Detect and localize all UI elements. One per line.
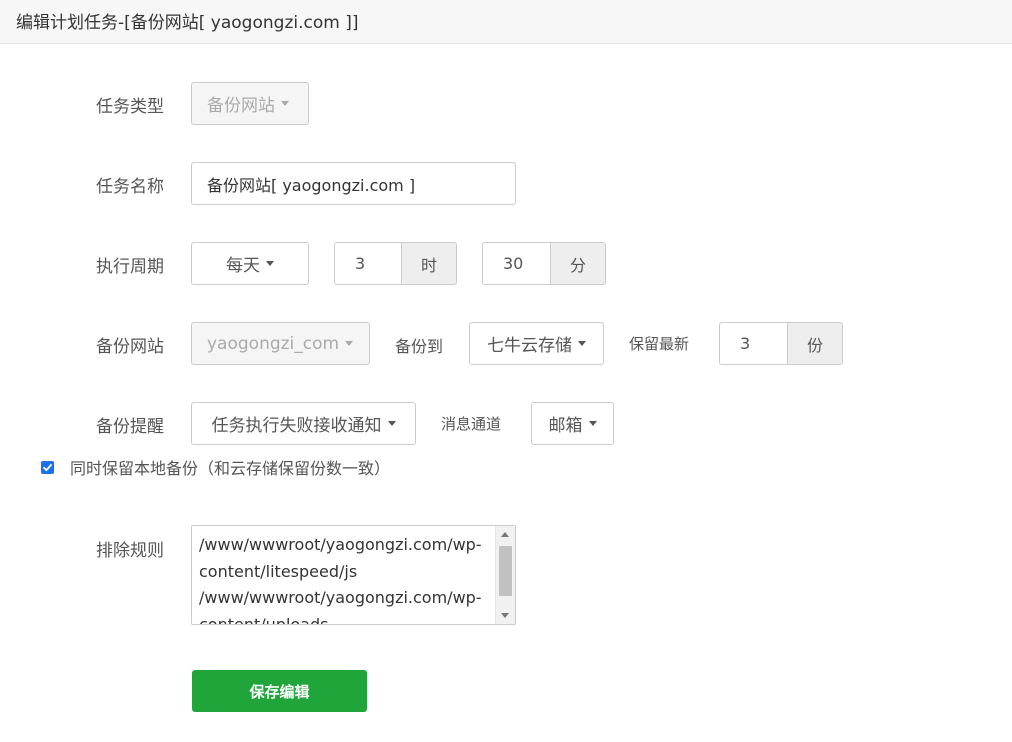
notify-select[interactable]: 任务执行失败接收通知 [191, 402, 416, 445]
backup-target-select[interactable]: 七牛云存储 [469, 322, 604, 365]
chevron-down-icon [266, 261, 274, 266]
exclude-line: content/litespeed/js [199, 561, 358, 581]
chevron-down-icon [387, 421, 396, 426]
scroll-down-icon[interactable] [501, 613, 509, 618]
dialog-title: 编辑计划任务-[备份网站[ yaogongzi.com ]] [16, 13, 359, 33]
backup-target-value: 七牛云存储 [487, 336, 572, 356]
chevron-down-icon [345, 341, 354, 346]
exclude-line: content/uploads [199, 614, 329, 625]
task-type-select[interactable]: 备份网站 [191, 82, 309, 125]
hour-input-group: 3 时 [334, 242, 457, 285]
exclude-textarea[interactable]: /www/wwwroot/yaogongzi.com/wp- content/l… [191, 525, 516, 625]
dialog-header: 编辑计划任务-[备份网站[ yaogongzi.com ]] [0, 0, 1012, 44]
keep-local-row: 同时保留本地备份（和云存储保留份数一致） [41, 455, 390, 479]
task-type-value: 备份网站 [207, 96, 275, 116]
exclude-line: /www/wwwroot/yaogongzi.com/wp- [199, 535, 482, 554]
cycle-label: 执行周期 [96, 257, 164, 277]
keep-latest-label: 保留最新 [629, 335, 690, 353]
keep-local-checkbox[interactable] [41, 460, 54, 474]
exclude-label: 排除规则 [96, 541, 164, 561]
minute-input-group: 30 分 [482, 242, 606, 285]
cycle-period-select[interactable]: 每天 [191, 242, 309, 285]
scroll-up-icon[interactable] [501, 532, 509, 537]
task-name-input[interactable]: 备份网站[ yaogongzi.com ] [191, 162, 516, 205]
cycle-period-value: 每天 [226, 256, 260, 276]
scroll-thumb[interactable] [499, 546, 512, 596]
backup-target-label: 备份到 [395, 337, 444, 356]
keep-count-value: 3 [740, 334, 751, 353]
keep-count-input[interactable]: 3 [719, 322, 788, 365]
minute-value: 30 [503, 254, 524, 273]
channel-value: 邮箱 [548, 416, 583, 436]
task-name-value: 备份网站[ yaogongzi.com ] [207, 175, 416, 195]
minute-input[interactable]: 30 [482, 242, 551, 285]
hour-unit: 时 [402, 242, 457, 285]
keep-count-unit: 份 [788, 322, 843, 365]
textarea-scrollbar[interactable] [495, 526, 515, 624]
keep-count-group: 3 份 [719, 322, 843, 365]
task-type-label: 任务类型 [96, 97, 164, 117]
channel-label: 消息通道 [441, 415, 502, 433]
notify-value: 任务执行失败接收通知 [211, 416, 382, 436]
chevron-down-icon [281, 101, 289, 106]
exclude-text: /www/wwwroot/yaogongzi.com/wp- content/l… [199, 532, 494, 625]
check-icon [43, 463, 52, 471]
hour-value: 3 [355, 254, 366, 273]
chevron-down-icon [578, 341, 586, 346]
task-name-label: 任务名称 [96, 177, 164, 197]
minute-unit: 分 [551, 242, 606, 285]
chevron-down-icon [588, 421, 597, 426]
notify-label: 备份提醒 [96, 417, 164, 437]
exclude-line: /www/wwwroot/yaogongzi.com/wp- [199, 588, 482, 607]
backup-site-select[interactable]: yaogongzi_com [191, 322, 370, 365]
channel-select[interactable]: 邮箱 [531, 402, 614, 445]
backup-site-label: 备份网站 [96, 337, 164, 357]
backup-site-value: yaogongzi_com [207, 333, 340, 354]
keep-local-label: 同时保留本地备份（和云存储保留份数一致） [70, 459, 391, 478]
save-edit-button[interactable]: 保存编辑 [192, 670, 367, 712]
hour-input[interactable]: 3 [334, 242, 402, 285]
